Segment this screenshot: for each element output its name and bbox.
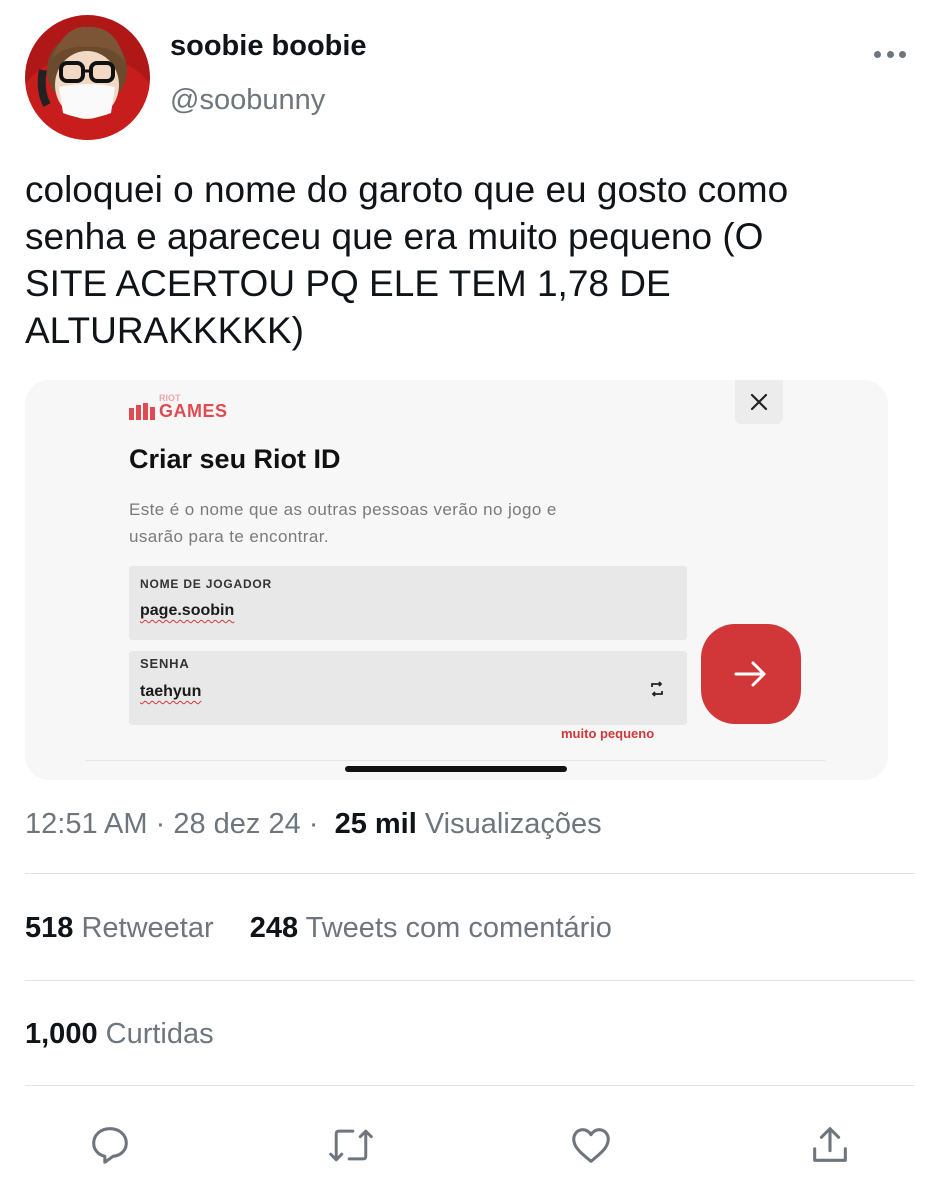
like-button[interactable]: [566, 1120, 616, 1170]
share-button[interactable]: [805, 1120, 855, 1170]
tweet-image[interactable]: RIOT GAMES Criar seu Riot ID Este é o no…: [25, 380, 888, 780]
likes-stat[interactable]: 1,000 Curtidas: [25, 1018, 214, 1051]
riot-fist-icon: [129, 402, 155, 420]
reply-button[interactable]: [85, 1120, 135, 1170]
player-name-label: NOME DE JOGADOR: [140, 577, 273, 591]
tweet-text-line: ALTURAKKKKK): [25, 310, 304, 351]
likes-row: 1,000 Curtidas: [25, 1018, 214, 1051]
author-name[interactable]: soobie boobie: [170, 30, 367, 63]
tweet-text-line: SITE ACERTOU PQ ELE TEM 1,78 DE: [25, 263, 671, 304]
divider: [25, 980, 915, 981]
divider: [25, 873, 915, 874]
riot-brand: GAMES: [159, 401, 228, 421]
more-options-icon[interactable]: [874, 48, 906, 60]
password-value[interactable]: taehyun: [140, 683, 201, 701]
tweet-text: coloquei o nome do garoto que eu gosto c…: [25, 166, 925, 354]
likes-count: 1,000: [25, 1018, 98, 1050]
tweet-text-line: coloquei o nome do garoto que eu gosto c…: [25, 169, 789, 210]
quotes-label: Tweets com comentário: [305, 912, 612, 944]
password-error: muito pequeno: [561, 726, 655, 741]
close-button[interactable]: [735, 380, 783, 424]
divider: [25, 1085, 915, 1086]
author-handle[interactable]: @soobunny: [170, 84, 325, 117]
divider: [85, 760, 825, 761]
riot-dialog-title: Criar seu Riot ID: [129, 444, 341, 474]
riot-games-logo: RIOT GAMES: [129, 392, 228, 420]
meta-separator: ·: [155, 808, 166, 840]
tweet-time[interactable]: 12:51 AM: [25, 808, 148, 840]
quotes-count: 248: [249, 912, 299, 944]
likes-label: Curtidas: [105, 1018, 214, 1050]
views-label[interactable]: Visualizações: [425, 808, 602, 840]
password-field[interactable]: SENHA taehyun: [129, 651, 687, 725]
like-icon: [572, 1128, 610, 1163]
share-icon: [813, 1127, 847, 1162]
avatar[interactable]: [25, 15, 150, 140]
player-name-value[interactable]: page.soobin: [140, 602, 234, 620]
description-line: Este é o nome que as outras pessoas verã…: [129, 500, 557, 519]
tweet-meta: 12:51 AM · 28 dez 24 · 25 mil Visualizaç…: [25, 808, 602, 841]
retweets-stat[interactable]: 518 Retweetar: [25, 912, 214, 945]
tweet-date[interactable]: 28 dez 24: [173, 808, 300, 840]
avatar-image: [25, 15, 150, 140]
views-count: 25 mil: [334, 808, 417, 840]
stats-row: 518 Retweetar 248 Tweets com comentário: [25, 912, 612, 945]
quotes-stat[interactable]: 248 Tweets com comentário: [250, 912, 612, 945]
arrow-right-icon: [734, 661, 766, 687]
retweets-count: 518: [25, 912, 74, 944]
submit-button[interactable]: [701, 624, 801, 724]
reply-icon: [92, 1127, 128, 1164]
player-name-field[interactable]: NOME DE JOGADOR page.soobin: [129, 566, 687, 640]
retweet-icon: [329, 1129, 373, 1162]
tweet-text-line: senha e apareceu que era muito pequeno (…: [25, 216, 764, 257]
show-password-icon[interactable]: [649, 681, 665, 702]
retweet-button[interactable]: [326, 1120, 376, 1170]
home-indicator: [345, 766, 567, 772]
meta-separator: ·: [308, 808, 319, 840]
retweets-label: Retweetar: [81, 912, 214, 944]
description-line: usarão para te encontrar.: [129, 527, 329, 546]
password-label: SENHA: [140, 656, 190, 671]
riot-dialog-description: Este é o nome que as outras pessoas verã…: [129, 496, 689, 550]
close-icon: [750, 393, 768, 411]
